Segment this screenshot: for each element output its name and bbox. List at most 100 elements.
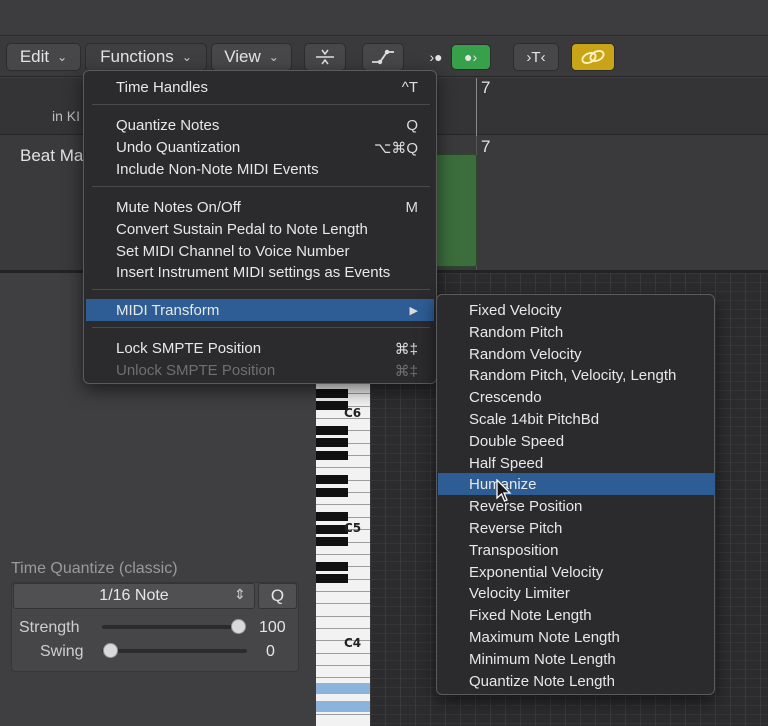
view-menu-button[interactable]: View ⌄ bbox=[211, 43, 292, 71]
submenu-item-random-pitch-velocity-length[interactable]: Random Pitch, Velocity, Length bbox=[438, 364, 715, 386]
submenu-arrow-icon: ▶ bbox=[409, 305, 418, 317]
bar-number-2: 7 bbox=[481, 137, 491, 156]
chevron-down-icon: ⌄ bbox=[57, 50, 68, 64]
black-key[interactable] bbox=[316, 537, 348, 546]
submenu-item-humanize[interactable]: Humanize bbox=[438, 473, 715, 496]
white-key-divider bbox=[316, 553, 370, 555]
menu-item-quantize-notes[interactable]: Quantize Notes Q bbox=[86, 114, 434, 136]
submenu-item-fixed-note-length[interactable]: Fixed Note Length bbox=[438, 604, 715, 626]
white-key-divider bbox=[316, 640, 370, 642]
edit-menu-label: Edit bbox=[19, 47, 50, 66]
octave-label: C5 bbox=[344, 521, 362, 535]
selected-key[interactable] bbox=[316, 701, 370, 712]
submenu-item-label: Reverse Pitch bbox=[469, 520, 563, 537]
black-key[interactable] bbox=[316, 450, 348, 460]
menu-item-label: Convert Sustain Pedal to Note Length bbox=[116, 221, 368, 238]
submenu-item-reverse-position[interactable]: Reverse Position bbox=[438, 495, 715, 517]
submenu-item-reverse-pitch[interactable]: Reverse Pitch bbox=[438, 517, 715, 539]
white-key-divider bbox=[316, 652, 370, 654]
black-key[interactable] bbox=[316, 425, 348, 435]
menu-item-midi-transform[interactable]: MIDI Transform ▶ bbox=[86, 299, 434, 321]
submenu-item-fixed-velocity[interactable]: Fixed Velocity bbox=[438, 299, 715, 321]
swing-slider-knob[interactable] bbox=[103, 643, 118, 658]
edit-menu-button[interactable]: Edit ⌄ bbox=[6, 43, 81, 71]
midi-transform-submenu: Fixed Velocity Random Pitch Random Velocit… bbox=[436, 294, 715, 695]
submenu-item-label: Velocity Limiter bbox=[469, 585, 570, 603]
submenu-item-maximum-note-length[interactable]: Maximum Note Length bbox=[438, 626, 715, 648]
link-button[interactable] bbox=[571, 43, 615, 71]
quantize-value-select[interactable]: 1/16 Note bbox=[13, 583, 255, 609]
black-key[interactable] bbox=[316, 475, 348, 485]
menu-item-label: Time Handles bbox=[116, 79, 208, 96]
submenu-item-minimum-note-length[interactable]: Minimum Note Length bbox=[438, 648, 715, 670]
white-key-divider bbox=[316, 418, 370, 419]
midi-out-button[interactable]: ●› bbox=[450, 44, 491, 70]
catch-icon: ›T‹ bbox=[526, 48, 546, 66]
black-key[interactable] bbox=[316, 438, 348, 448]
view-menu-label: View bbox=[224, 47, 261, 66]
menu-item-insert-instrument[interactable]: Insert Instrument MIDI settings as Event… bbox=[86, 261, 434, 283]
octave-label: C6 bbox=[344, 406, 362, 420]
black-key[interactable] bbox=[316, 574, 348, 584]
submenu-item-label: Double Speed bbox=[469, 432, 565, 450]
quantize-q-button[interactable]: Q bbox=[258, 583, 297, 609]
submenu-item-label: Half Speed bbox=[469, 454, 544, 472]
submenu-item-velocity-limiter[interactable]: Velocity Limiter bbox=[438, 582, 715, 604]
menu-item-set-midi-channel[interactable]: Set MIDI Channel to Voice Number bbox=[86, 240, 434, 262]
collapse-button[interactable] bbox=[304, 43, 346, 71]
catch-button[interactable]: ›T‹ bbox=[513, 43, 559, 71]
menu-item-lock-smpte[interactable]: Lock SMPTE Position ⌘‡ bbox=[86, 337, 434, 359]
submenu-item-half-speed[interactable]: Half Speed bbox=[438, 452, 715, 474]
black-key[interactable] bbox=[316, 512, 348, 522]
submenu-item-random-pitch[interactable]: Random Pitch bbox=[438, 321, 715, 343]
up-down-arrows-icon: ⇕ bbox=[234, 586, 246, 602]
submenu-item-label: Quantize Note Length bbox=[469, 672, 615, 690]
menu-item-unlock-smpte: Unlock SMPTE Position ⌘‡ bbox=[86, 359, 434, 381]
submenu-item-random-velocity[interactable]: Random Velocity bbox=[438, 343, 715, 365]
menu-item-shortcut: ⌘‡ bbox=[394, 363, 418, 380]
menu-item-include-non-note[interactable]: Include Non-Note MIDI Events bbox=[86, 158, 434, 180]
menu-item-convert-sustain[interactable]: Convert Sustain Pedal to Note Length bbox=[86, 218, 434, 240]
midi-out-icon: ●› bbox=[464, 49, 478, 65]
white-key-divider bbox=[316, 504, 370, 506]
menu-item-label: Mute Notes On/Off bbox=[116, 199, 241, 216]
submenu-item-exponential-velocity[interactable]: Exponential Velocity bbox=[438, 561, 715, 583]
functions-menu: Time Handles ^T Quantize Notes Q Undo Qu… bbox=[83, 70, 437, 384]
black-key[interactable] bbox=[316, 561, 348, 571]
menu-item-mute-notes[interactable]: Mute Notes On/Off M bbox=[86, 196, 434, 218]
menu-item-label: Include Non-Note MIDI Events bbox=[116, 161, 319, 178]
bar-number: 7 bbox=[481, 78, 491, 97]
submenu-item-label: Scale 14bit PitchBd bbox=[469, 411, 600, 428]
black-key[interactable] bbox=[316, 388, 348, 398]
menu-item-undo-quantization[interactable]: Undo Quantization ⌥⌘Q bbox=[86, 136, 434, 158]
submenu-item-transposition[interactable]: Transposition bbox=[438, 539, 715, 561]
automation-button[interactable] bbox=[362, 43, 404, 71]
submenu-item-double-speed[interactable]: Double Speed bbox=[438, 430, 715, 452]
submenu-item-crescendo[interactable]: Crescendo bbox=[438, 386, 715, 408]
submenu-item-quantize-note-length[interactable]: Quantize Note Length bbox=[438, 670, 715, 692]
functions-menu-button[interactable]: Functions ⌄ bbox=[85, 43, 207, 71]
selected-key[interactable] bbox=[316, 683, 370, 694]
strength-label: Strength bbox=[19, 619, 80, 636]
submenu-item-label: Random Velocity bbox=[469, 345, 582, 363]
submenu-item-scale-14bit-pitchbd[interactable]: Scale 14bit PitchBd bbox=[438, 408, 715, 430]
strength-slider[interactable] bbox=[102, 625, 242, 629]
menu-item-time-handles[interactable]: Time Handles ^T bbox=[86, 76, 434, 98]
submenu-item-label: Fixed Note Length bbox=[469, 607, 592, 625]
menu-item-label: Insert Instrument MIDI settings as Event… bbox=[116, 264, 391, 281]
black-key[interactable] bbox=[316, 487, 348, 497]
white-key-divider bbox=[316, 627, 370, 629]
swing-value: 0 bbox=[266, 643, 275, 660]
strength-slider-knob[interactable] bbox=[231, 619, 246, 634]
submenu-item-label: Maximum Note Length bbox=[469, 629, 620, 646]
strength-value: 100 bbox=[259, 619, 286, 636]
white-key-divider bbox=[316, 467, 370, 469]
swing-slider[interactable] bbox=[102, 649, 247, 653]
collapse-icon bbox=[316, 49, 334, 65]
chevron-down-icon: ⌄ bbox=[181, 50, 192, 64]
midi-in-icon[interactable]: ›● bbox=[429, 49, 442, 65]
submenu-item-label: Exponential Velocity bbox=[469, 563, 604, 581]
midi-thru-group: ›● ●› bbox=[418, 43, 502, 71]
menu-item-shortcut: ⌘‡ bbox=[394, 341, 418, 358]
white-key-divider bbox=[316, 665, 370, 666]
